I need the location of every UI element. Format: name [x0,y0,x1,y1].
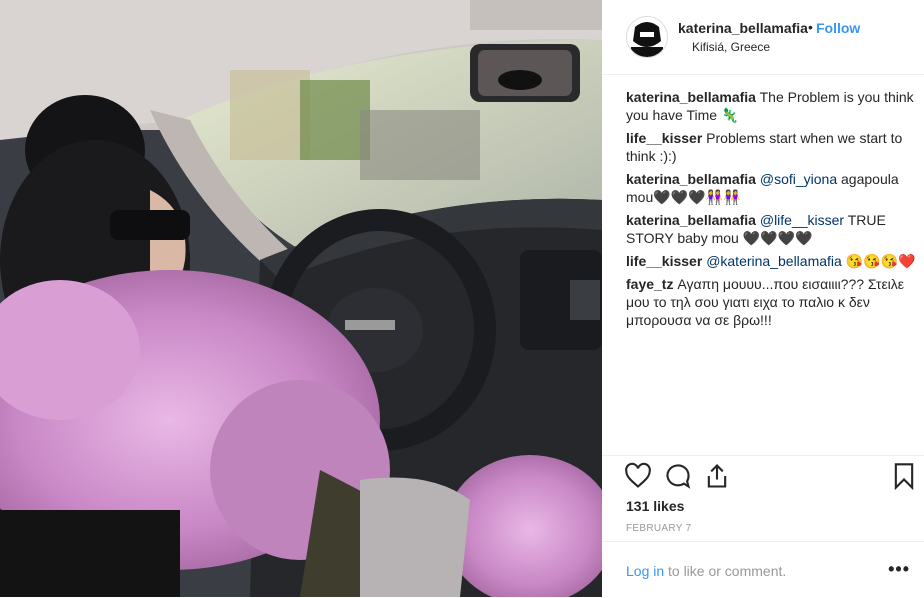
separator-dot: • [808,19,813,35]
comment-bubble-icon [666,464,691,489]
comment-username[interactable]: life__kisser [626,253,702,269]
post-username[interactable]: katerina_bellamafia [678,20,808,36]
like-count[interactable]: 131 likes [626,498,684,514]
login-link[interactable]: Log in [626,563,664,579]
comment-username[interactable]: katerina_bellamafia [626,212,756,228]
post-header: katerina_bellamafia • Follow Kifisiá, Gr… [602,0,924,75]
follow-button[interactable]: Follow [816,20,860,36]
post-footer: Log in to like or comment. ••• [602,541,924,598]
comment-mention[interactable]: @life__kisser [760,212,844,228]
post-date[interactable]: FEBRUARY 7 [626,523,691,534]
like-button[interactable] [624,462,652,492]
car-interior-photo [0,0,602,597]
comment-button[interactable] [664,462,692,492]
save-button[interactable] [890,462,918,492]
comment-username[interactable]: katerina_bellamafia [626,89,756,105]
comment-item: katerina_bellamafia @sofi_yiona agapoula… [626,170,916,206]
share-button[interactable] [703,462,731,492]
comment-text: 😘😘😘❤️ [841,253,916,269]
comment-username[interactable]: life__kisser [626,130,702,146]
post-photo[interactable] [0,0,602,597]
more-options-button[interactable]: ••• [888,559,910,580]
comment-item: faye_tz Αγαπη μουυυ...που εισαιιιι??? Στ… [626,275,916,329]
share-icon [707,464,727,488]
login-prompt-text: to like or comment. [668,563,787,579]
heart-icon [625,462,651,488]
comment-item: katerina_bellamafia @life__kisser TRUE S… [626,211,916,247]
instagram-post: katerina_bellamafia • Follow Kifisiá, Gr… [0,0,924,597]
comment-item: katerina_bellamafia The Problem is you t… [626,88,916,124]
post-sidebar: katerina_bellamafia • Follow Kifisiá, Gr… [602,0,924,597]
comments-list: katerina_bellamafia The Problem is you t… [626,88,916,334]
avatar[interactable] [626,16,668,58]
post-location[interactable]: Kifisiá, Greece [692,40,770,54]
comment-username[interactable]: faye_tz [626,276,673,292]
comment-username[interactable]: katerina_bellamafia [626,171,756,187]
comment-mention[interactable]: @katerina_bellamafia [706,253,842,269]
comment-mention[interactable]: @sofi_yiona [760,171,837,187]
masked-avatar-icon [627,17,667,57]
bookmark-icon [894,463,914,491]
comment-item: life__kisser Problems start when we star… [626,129,916,165]
comment-item: life__kisser @katerina_bellamafia 😘😘😘❤️ [626,252,916,270]
action-bar [602,455,924,498]
